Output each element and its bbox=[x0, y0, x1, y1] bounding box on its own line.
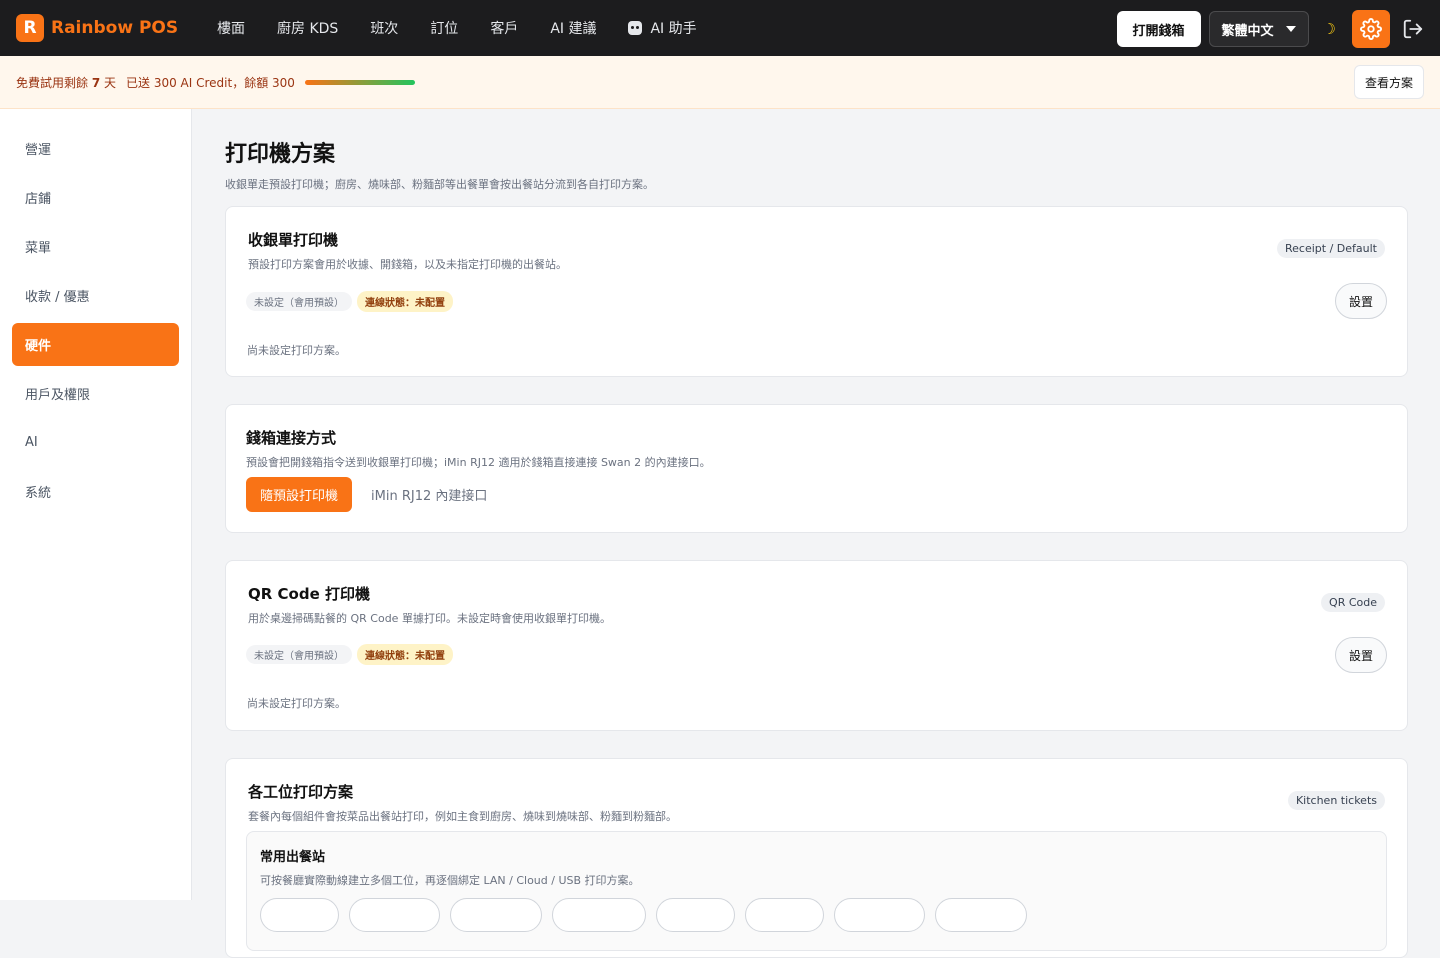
sidebar-item-users-permissions[interactable]: 用戶及權限 bbox=[12, 372, 179, 415]
sidebar-item-hardware[interactable]: 硬件 bbox=[12, 323, 179, 366]
trial-remaining: 免費試用剩餘 7 天 bbox=[16, 74, 116, 91]
station-chip[interactable] bbox=[656, 898, 735, 932]
ai-credit-progress-fill bbox=[304, 79, 415, 85]
settings-button[interactable] bbox=[1352, 10, 1390, 48]
receipt-printer-card: 收銀單打印機 預設打印方案會用於收據、開錢箱，以及未指定打印機的出餐站。 Rec… bbox=[225, 206, 1408, 377]
station-chip[interactable] bbox=[260, 898, 339, 932]
trial-banner: 免費試用剩餘 7 天 已送 300 AI Credit，餘額 300 查看方案 bbox=[0, 56, 1440, 109]
common-stations-box: 常用出餐站 可按餐廳實際動線建立多個工位，再逐個綁定 LAN / Cloud /… bbox=[246, 831, 1387, 951]
brand[interactable]: R Rainbow POS bbox=[16, 14, 198, 42]
open-cash-drawer-button[interactable]: 打開錢箱 bbox=[1116, 11, 1201, 47]
qr-printer-setup-button[interactable]: 設置 bbox=[1335, 637, 1387, 673]
card-description: 預設打印方案會用於收據、開錢箱，以及未指定打印機的出餐站。 bbox=[248, 258, 567, 271]
stations-title: 常用出餐站 bbox=[260, 850, 326, 865]
card-title: 各工位打印方案 bbox=[248, 783, 354, 801]
station-printers-card: 各工位打印方案 套餐內每個組件會按菜品出餐站打印，例如主食到廚房、燒味到燒味部、… bbox=[225, 758, 1408, 958]
nav-item-ai-assistant-label: AI 助手 bbox=[650, 21, 697, 37]
kitchen-tickets-badge: Kitchen tickets bbox=[1287, 791, 1385, 810]
receipt-printer-setup-button[interactable]: 設置 bbox=[1335, 283, 1387, 319]
station-chips bbox=[260, 898, 1373, 932]
ai-credit-progress bbox=[304, 79, 415, 85]
trial-prefix: 免費試用剩餘 bbox=[16, 75, 92, 90]
connection-status-badge: 連線狀態：未配置 bbox=[357, 644, 453, 665]
station-chip[interactable] bbox=[552, 898, 646, 932]
card-title: QR Code 打印機 bbox=[248, 585, 370, 603]
page-title: 打印機方案 bbox=[225, 142, 336, 167]
no-plan-note: 尚未設定打印方案。 bbox=[247, 344, 346, 357]
nav-item-reservations[interactable]: 訂位 bbox=[430, 18, 458, 38]
ai-credit-text: 已送 300 AI Credit，餘額 300 bbox=[126, 75, 295, 90]
station-chip[interactable] bbox=[834, 898, 925, 932]
chevron-down-icon bbox=[1285, 26, 1296, 32]
language-select[interactable]: 繁體中文 bbox=[1208, 11, 1309, 47]
station-chip[interactable] bbox=[745, 898, 824, 932]
printer-setting-tag: 未設定（會用預設） bbox=[246, 645, 352, 664]
card-description: 預設會把開錢箱指令送到收銀單打印機；iMin RJ12 適用於錢箱直接連接 Sw… bbox=[246, 456, 711, 469]
no-plan-note: 尚未設定打印方案。 bbox=[247, 697, 346, 710]
station-chip[interactable] bbox=[450, 898, 542, 932]
card-description: 用於桌邊掃碼點餐的 QR Code 單據打印。未設定時會使用收銀單打印機。 bbox=[248, 612, 611, 625]
trial-days: 7 bbox=[91, 75, 101, 90]
card-title: 錢箱連接方式 bbox=[246, 429, 337, 447]
view-plan-button[interactable]: 查看方案 bbox=[1353, 65, 1424, 99]
nav-item-shifts[interactable]: 班次 bbox=[370, 18, 398, 38]
card-description: 套餐內每個組件會按菜品出餐站打印，例如主食到廚房、燒味到燒味部、粉麵到粉麵部。 bbox=[248, 810, 677, 823]
trial-suffix: 天 bbox=[100, 75, 117, 90]
qr-printer-card: QR Code 打印機 用於桌邊掃碼點餐的 QR Code 單據打印。未設定時會… bbox=[225, 560, 1408, 731]
nav-item-ai-suggestions[interactable]: AI 建議 bbox=[550, 18, 596, 38]
brand-name: Rainbow POS bbox=[51, 18, 179, 38]
sidebar-item-store[interactable]: 店鋪 bbox=[12, 176, 179, 219]
rainbow-logo-icon: R bbox=[16, 14, 44, 42]
nav-item-floor[interactable]: 樓面 bbox=[217, 18, 245, 38]
option-imin-rj12[interactable]: iMin RJ12 內建接口 bbox=[352, 477, 506, 512]
connection-status-badge: 連線狀態：未配置 bbox=[357, 291, 453, 312]
sidebar-item-menu[interactable]: 菜單 bbox=[12, 225, 179, 268]
logout-button[interactable] bbox=[1398, 14, 1428, 44]
stations-description: 可按餐廳實際動線建立多個工位，再逐個綁定 LAN / Cloud / USB 打… bbox=[260, 874, 640, 887]
card-title: 收銀單打印機 bbox=[248, 231, 339, 249]
language-select-value: 繁體中文 bbox=[1221, 23, 1274, 39]
receipt-default-badge: Receipt / Default bbox=[1277, 239, 1385, 258]
settings-sidebar: 營運 店鋪 菜單 收款 / 優惠 硬件 用戶及權限 AI 系統 bbox=[0, 109, 192, 900]
main-content: 打印機方案 收銀單走預設打印機；廚房、燒味部、粉麵部等出餐單會按出餐站分流到各自… bbox=[225, 109, 1408, 958]
station-chip[interactable] bbox=[349, 898, 440, 932]
main-nav: 樓面 廚房 KDS 班次 訂位 客戶 AI 建議 AI 助手 bbox=[217, 18, 729, 38]
top-actions: 打開錢箱 繁體中文 ☽ bbox=[1116, 10, 1428, 48]
sidebar-item-operations[interactable]: 營運 bbox=[12, 127, 179, 170]
printer-setting-tag: 未設定（會用預設） bbox=[246, 292, 352, 311]
drawer-connection-options: 隨預設打印機 iMin RJ12 內建接口 bbox=[246, 477, 506, 512]
station-chip[interactable] bbox=[935, 898, 1027, 932]
option-default-printer[interactable]: 隨預設打印機 bbox=[246, 477, 353, 512]
nav-item-customers[interactable]: 客戶 bbox=[490, 18, 518, 38]
nav-item-kitchen-kds[interactable]: 廚房 KDS bbox=[277, 18, 338, 38]
qr-code-badge: QR Code bbox=[1321, 593, 1385, 612]
moon-icon[interactable]: ☽ bbox=[1323, 20, 1336, 38]
sidebar-item-payments-discounts[interactable]: 收款 / 優惠 bbox=[12, 274, 179, 317]
gear-icon bbox=[1360, 18, 1382, 40]
sidebar-item-system[interactable]: 系統 bbox=[12, 470, 179, 513]
top-navbar: R Rainbow POS 樓面 廚房 KDS 班次 訂位 客戶 AI 建議 A… bbox=[0, 0, 1440, 56]
cash-drawer-card: 錢箱連接方式 預設會把開錢箱指令送到收銀單打印機；iMin RJ12 適用於錢箱… bbox=[225, 404, 1408, 533]
sidebar-item-ai[interactable]: AI bbox=[12, 421, 179, 464]
robot-icon bbox=[628, 21, 643, 35]
nav-item-ai-assistant[interactable]: AI 助手 bbox=[628, 18, 697, 38]
logout-icon bbox=[1403, 19, 1423, 39]
page-subtitle: 收銀單走預設打印機；廚房、燒味部、粉麵部等出餐單會按出餐站分流到各自打印方案。 bbox=[225, 178, 654, 191]
